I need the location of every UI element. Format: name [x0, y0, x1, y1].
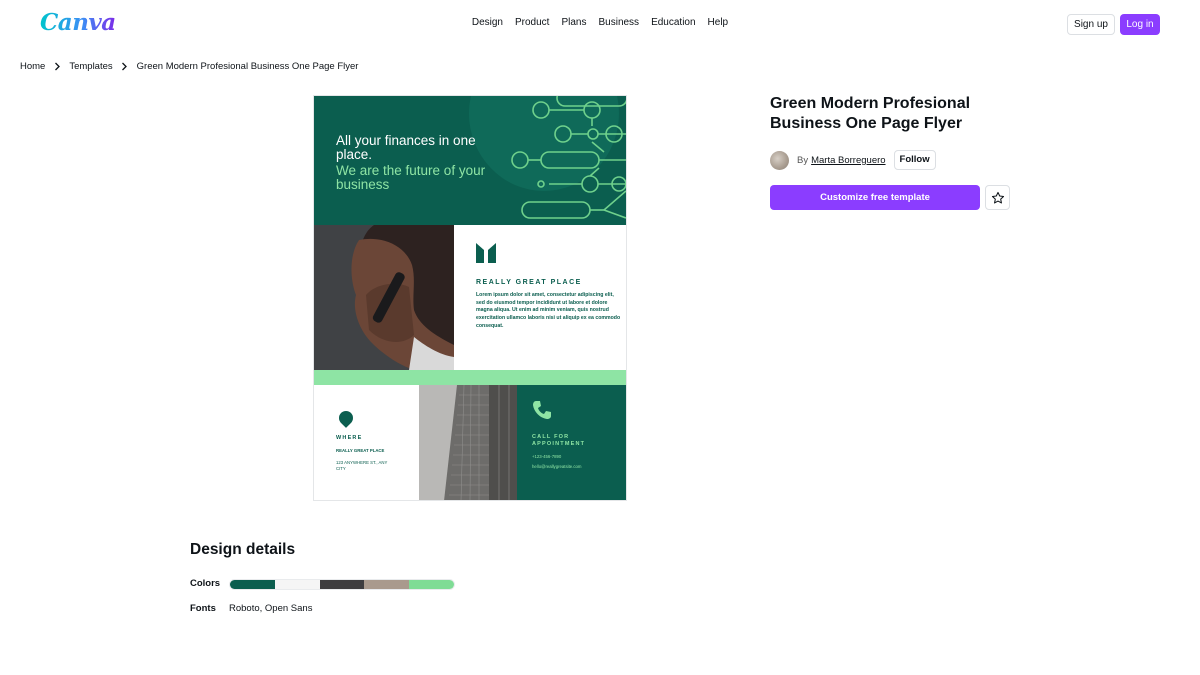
main-nav: Design Product Plans Business Education … [0, 17, 1200, 28]
breadcrumb-home[interactable]: Home [20, 61, 45, 72]
template-title: Green Modern Profesional Business One Pa… [770, 95, 971, 132]
phone-icon [533, 401, 551, 419]
office-building-photo [419, 385, 517, 500]
nav-help[interactable]: Help [708, 17, 729, 28]
color-palette[interactable] [229, 579, 455, 590]
favorite-button[interactable] [985, 185, 1010, 210]
location-pin-icon [336, 408, 356, 428]
follow-button[interactable]: Follow [893, 150, 936, 170]
fonts-label: Fonts [190, 603, 216, 614]
flyer-headline-green: We are the future of your business [336, 163, 486, 192]
star-icon [991, 191, 1004, 203]
by-label: By [797, 154, 809, 166]
colors-label: Colors [190, 578, 221, 589]
nav-design[interactable]: Design [472, 17, 503, 28]
color-swatch[interactable] [364, 580, 410, 589]
author-row: By Marta Borreguero Follow [770, 150, 936, 170]
nav-product[interactable]: Product [515, 17, 549, 28]
flyer-call-heading: CALL FOR APPOINTMENT [532, 434, 586, 447]
author-name-link[interactable]: Marta Borreguero [811, 155, 885, 166]
flyer-header-section: All your finances in one place. We are t… [314, 96, 626, 225]
flyer-phone-number: +123-456-7890 [532, 454, 562, 459]
nav-business[interactable]: Business [598, 17, 639, 28]
green-divider-band [314, 370, 626, 385]
breadcrumb-current: Green Modern Profesional Business One Pa… [136, 61, 359, 72]
flyer-middle-section: REALLY GREAT PLACE Lorem ipsum dolor sit… [314, 225, 626, 370]
flyer-place-heading: REALLY GREAT PLACE [476, 279, 582, 286]
color-swatch[interactable] [230, 580, 275, 589]
flyer-where-name: REALLY GREAT PLACE [336, 448, 385, 453]
customize-template-button[interactable]: Customize free template [770, 185, 980, 210]
flyer-contact-block: CALL FOR APPOINTMENT +123-456-7890 hello… [517, 385, 626, 500]
log-in-button[interactable]: Log in [1120, 14, 1160, 35]
flyer-where-block: WHERE REALLY GREAT PLACE 123 ANYWHERE ST… [314, 385, 419, 500]
nav-education[interactable]: Education [651, 17, 695, 28]
color-swatch[interactable] [319, 580, 365, 589]
author-avatar[interactable] [770, 150, 789, 170]
color-swatch[interactable] [274, 580, 320, 589]
template-preview[interactable]: All your finances in one place. We are t… [313, 95, 627, 501]
breadcrumb-templates[interactable]: Templates [69, 61, 112, 72]
flyer-email: hello@reallygreatsite.com [532, 464, 582, 469]
flyer-bottom-section: WHERE REALLY GREAT PLACE 123 ANYWHERE ST… [314, 385, 626, 500]
color-swatch[interactable] [409, 580, 454, 589]
flyer-where-address: 123 ANYWHERE ST., ANY CITY [336, 460, 388, 471]
fonts-value: Roboto, Open Sans [229, 603, 313, 614]
flyer-intro-block: REALLY GREAT PLACE Lorem ipsum dolor sit… [476, 225, 624, 370]
network-nodes-graphic [511, 96, 626, 219]
company-logo-icon [476, 243, 496, 263]
breadcrumb: Home Templates Green Modern Profesional … [20, 61, 358, 72]
chevron-right-icon [118, 62, 132, 72]
chevron-right-icon [50, 62, 64, 72]
flyer-description: Lorem ipsum dolor sit amet, consectetur … [476, 292, 621, 329]
sign-up-button[interactable]: Sign up [1067, 14, 1115, 35]
top-navbar: Canva Design Product Plans Business Educ… [0, 0, 1200, 48]
woman-on-phone-photo [314, 225, 454, 370]
flyer-headline-white: All your finances in one place. [336, 133, 476, 162]
nav-plans[interactable]: Plans [561, 17, 586, 28]
flyer-where-heading: WHERE [336, 435, 363, 441]
design-details-heading: Design details [190, 541, 296, 558]
